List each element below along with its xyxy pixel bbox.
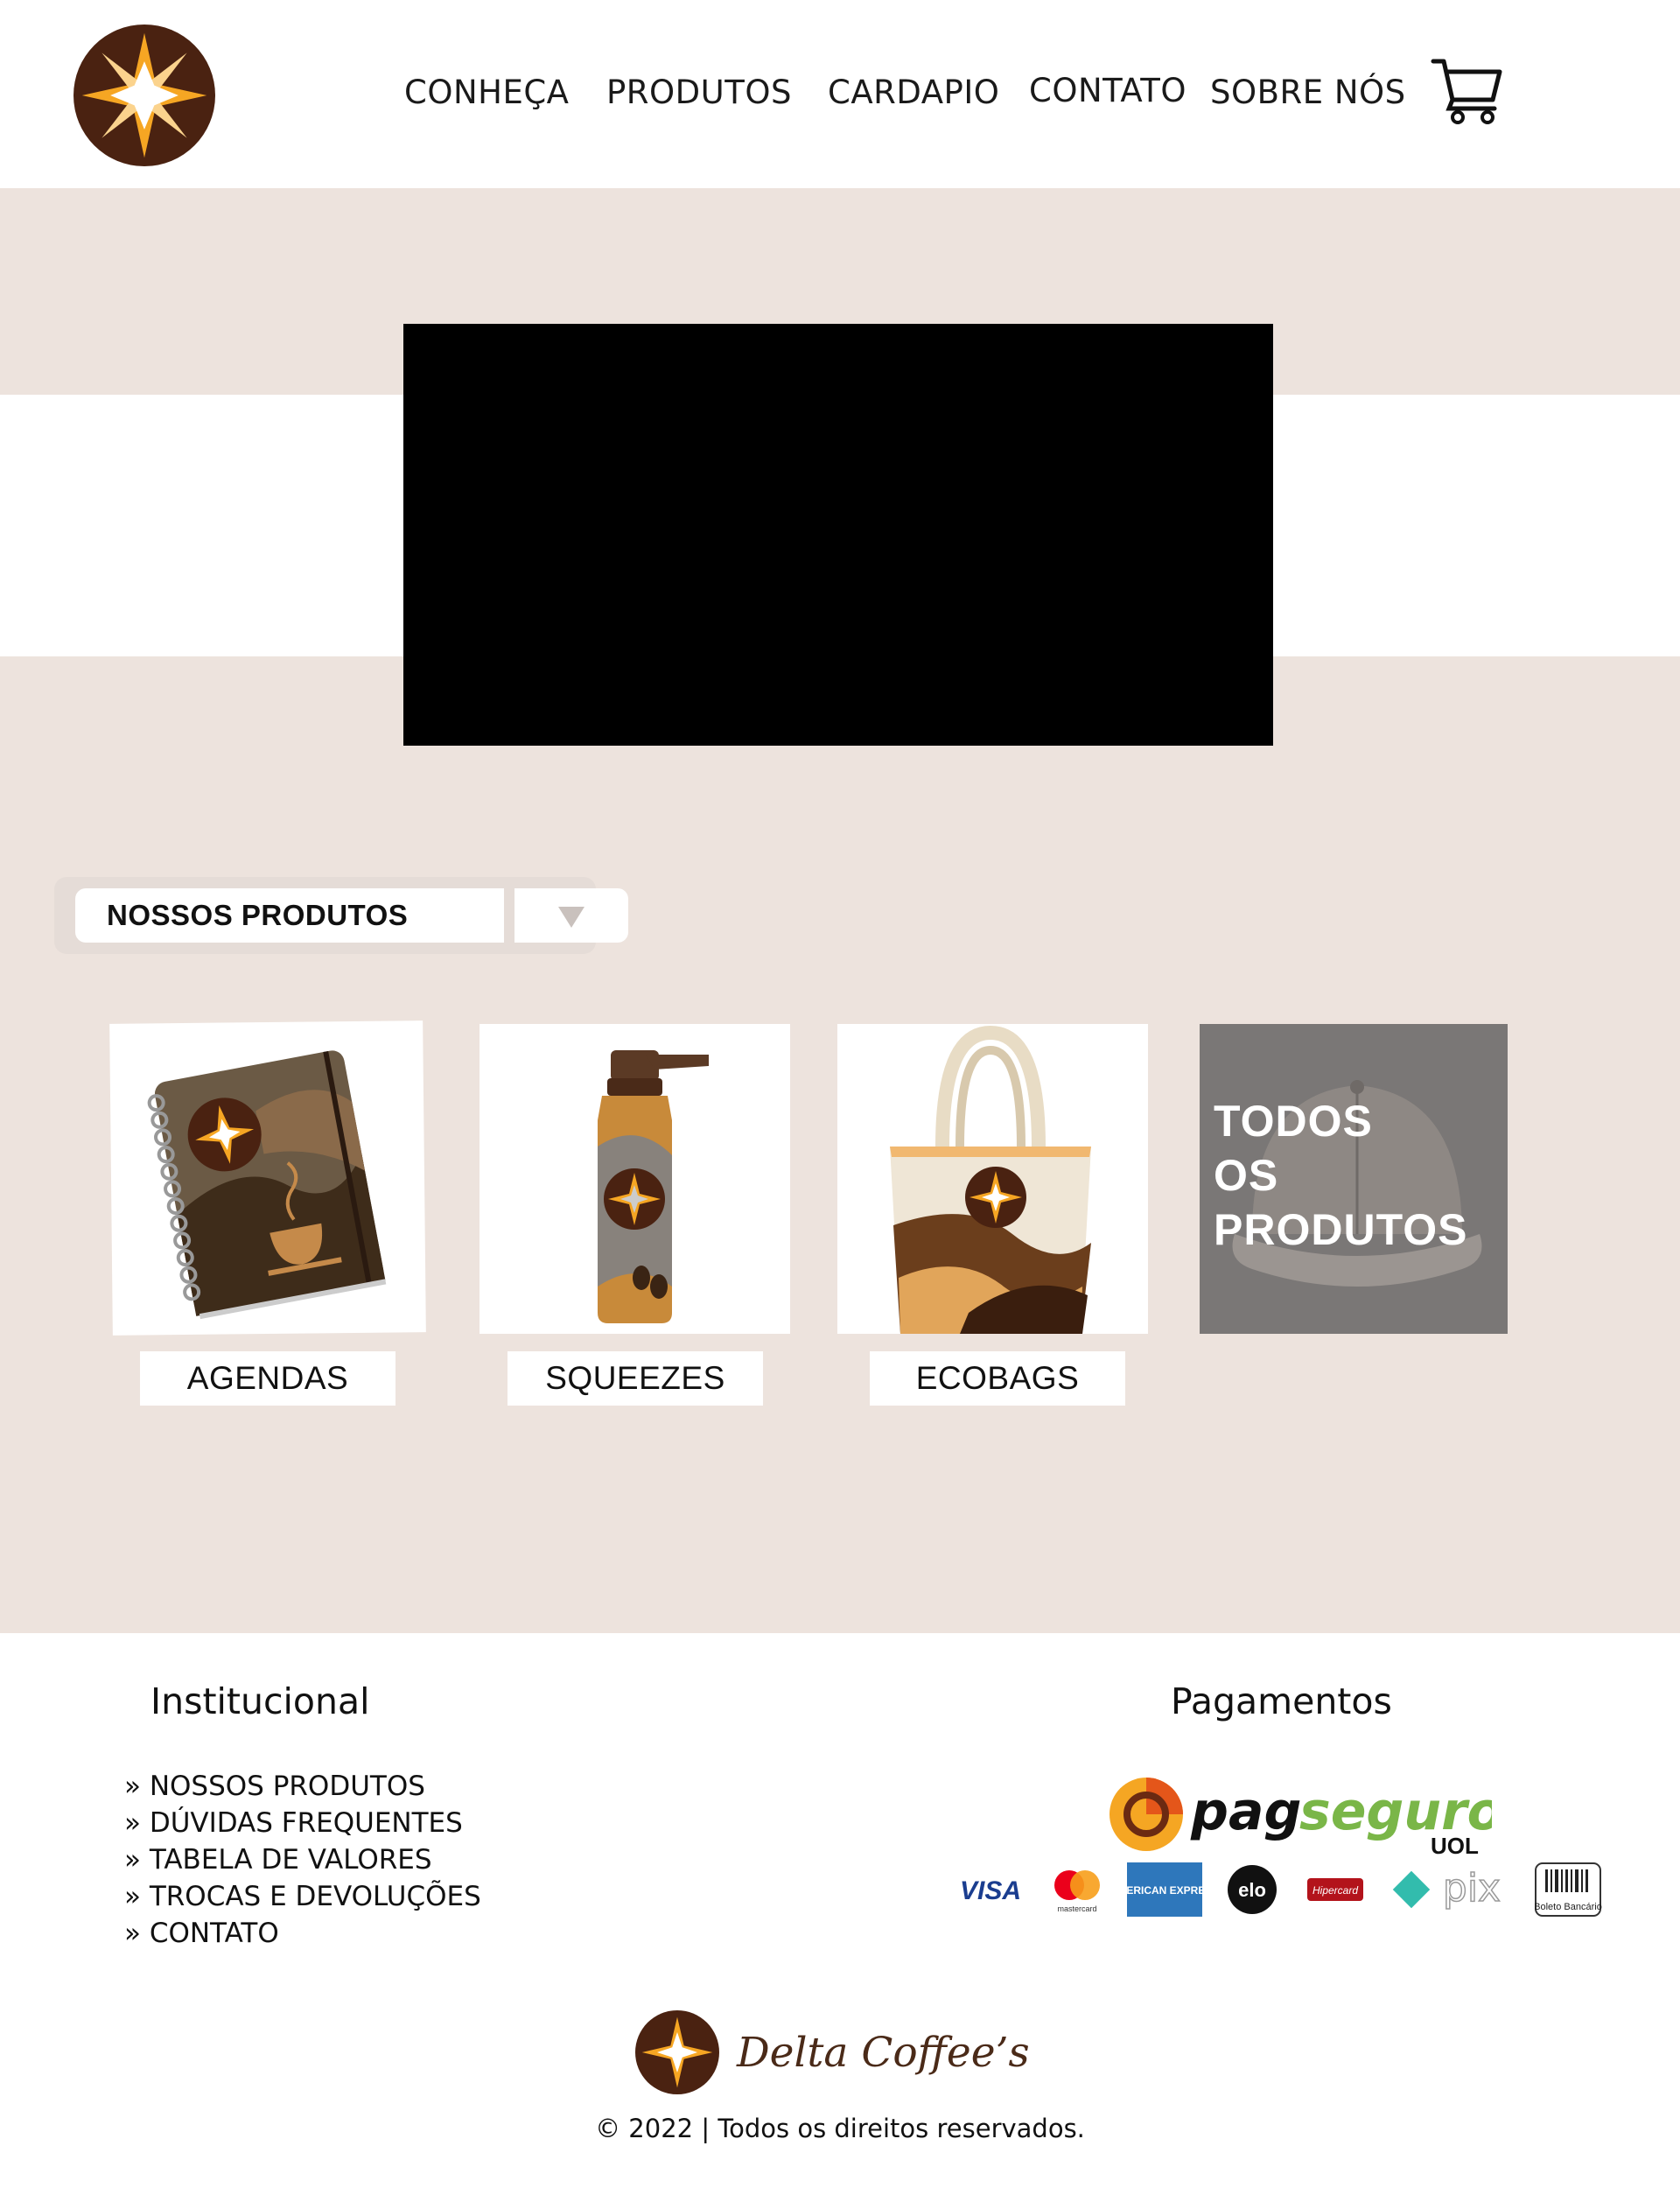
- pagseguro-pag: pag: [1190, 1781, 1301, 1842]
- hero-video[interactable]: [403, 324, 1273, 746]
- pix-label: pix: [1443, 1866, 1501, 1911]
- product-label-agendas[interactable]: AGENDAS: [140, 1351, 396, 1406]
- pix-icon: pix: [1392, 1865, 1502, 1911]
- nav-sobre-nos[interactable]: SOBRE NÓS: [1210, 74, 1406, 111]
- hipercard-icon: Hipercard: [1307, 1878, 1363, 1901]
- site-header: CONHEÇA PRODUTOS CARDAPIO CONTATO SOBRE …: [0, 0, 1680, 188]
- elo-label: elo: [1238, 1879, 1266, 1901]
- nav-conheca[interactable]: CONHEÇA: [404, 74, 569, 111]
- nav-contato[interactable]: CONTATO: [1029, 72, 1186, 109]
- main-nav: CONHEÇA PRODUTOS CARDAPIO CONTATO SOBRE …: [0, 72, 1680, 126]
- dropdown-toggle-button[interactable]: [514, 888, 628, 943]
- visa-icon: VISA: [960, 1876, 1021, 1905]
- dropdown-label[interactable]: NOSSOS PRODUTOS: [75, 888, 504, 943]
- cart-icon[interactable]: [1430, 56, 1503, 128]
- visa-label: VISA: [960, 1876, 1021, 1905]
- footer-link-trocas[interactable]: » TROCAS E DEVOLUÇÕES: [124, 1878, 481, 1915]
- boleto-icon: Boleto Bancário: [1534, 1862, 1602, 1917]
- pagseguro-uol: UOL: [1431, 1833, 1479, 1859]
- footer-links: » NOSSOS PRODUTOS » DÚVIDAS FREQUENTES »…: [124, 1768, 481, 1952]
- footer-link-tabela[interactable]: » TABELA DE VALORES: [124, 1841, 481, 1878]
- nav-cardapio[interactable]: CARDAPIO: [828, 74, 999, 111]
- product-label-squeezes[interactable]: SQUEEZES: [508, 1351, 763, 1406]
- footer-link-nossos-produtos[interactable]: » NOSSOS PRODUTOS: [124, 1768, 481, 1805]
- all-products-card[interactable]: TODOS OS PRODUTOS: [1200, 1024, 1508, 1334]
- elo-icon: elo: [1228, 1865, 1277, 1914]
- footer-institucional-title: Institucional: [150, 1680, 370, 1722]
- product-label-ecobags[interactable]: ECOBAGS: [870, 1351, 1125, 1406]
- amex-icon: AMERICAN EXPRESS: [1125, 1862, 1204, 1917]
- product-card-squeezes[interactable]: [480, 1024, 790, 1334]
- mastercard-label: mastercard: [1057, 1904, 1096, 1913]
- all-products-label: TODOS OS PRODUTOS: [1214, 1097, 1468, 1254]
- notebook-image: [147, 1050, 387, 1320]
- products-dropdown: NOSSOS PRODUTOS: [54, 877, 628, 954]
- hipercard-label: Hipercard: [1312, 1884, 1358, 1897]
- bottle-image: [598, 1050, 709, 1323]
- brand-logo-icon[interactable]: [635, 2010, 719, 2094]
- pagseguro-logo: pag seguro UOL: [1110, 1778, 1492, 1859]
- brand-name: Delta Coffee’s: [737, 2029, 1030, 2077]
- product-card-agendas[interactable]: [109, 1020, 426, 1336]
- mastercard-icon: mastercard: [1054, 1870, 1100, 1913]
- footer-pagamentos-title: Pagamentos: [1171, 1680, 1392, 1722]
- boleto-label: Boleto Bancário: [1534, 1902, 1602, 1912]
- footer-link-contato[interactable]: » CONTATO: [124, 1915, 481, 1952]
- nav-produtos[interactable]: PRODUTOS: [606, 74, 792, 111]
- amex-label: AMERICAN EXPRESS: [1125, 1884, 1204, 1897]
- tote-bag-image: [890, 1025, 1091, 1334]
- footer-link-duvidas[interactable]: » DÚVIDAS FREQUENTES: [124, 1805, 481, 1841]
- chevron-down-icon: [558, 907, 584, 928]
- payment-methods: VISA mastercard AMERICAN EXPRESS elo Hip…: [956, 1861, 1603, 1918]
- copyright: © 2022 | Todos os direitos reservados.: [595, 2114, 1085, 2143]
- product-card-ecobags[interactable]: [837, 1024, 1148, 1334]
